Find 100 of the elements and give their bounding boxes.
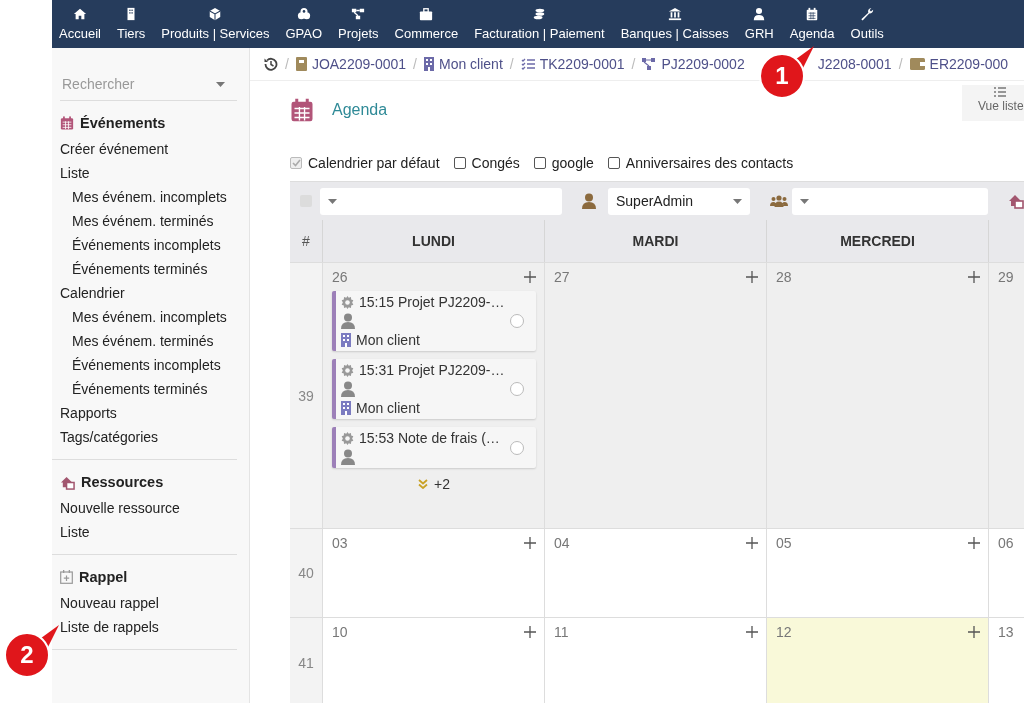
sidebar-link[interactable]: Événements terminés xyxy=(60,257,237,281)
menu-item[interactable]: Produits | Services xyxy=(153,0,278,48)
event-card[interactable]: 15:15 Projet PJ2209-… Mon client xyxy=(332,291,536,351)
menu-item[interactable]: Banques | Caisses xyxy=(612,0,737,48)
add-icon[interactable] xyxy=(524,626,536,638)
menu-item[interactable]: Facturation | Paiement xyxy=(466,0,613,48)
checkbox[interactable] xyxy=(607,157,620,169)
add-icon[interactable] xyxy=(746,626,758,638)
add-icon[interactable] xyxy=(524,271,536,283)
sidebar-link[interactable]: Tags/catégories xyxy=(60,425,237,449)
cube-icon xyxy=(208,7,223,21)
menu-item[interactable]: Outils xyxy=(842,0,892,48)
menu-item[interactable]: Accueil xyxy=(54,0,109,48)
day-cell[interactable]: 12 xyxy=(766,617,988,703)
building-icon xyxy=(341,333,351,347)
sidebar-link[interactable]: Mes événem. incomplets xyxy=(60,185,237,209)
menu-label: Banques | Caisses xyxy=(620,26,729,41)
event-title: 15:31 Projet PJ2209-… xyxy=(359,362,505,378)
day-number: 06 xyxy=(998,535,1014,551)
separator: / xyxy=(631,56,636,72)
company-name: Mon client xyxy=(356,400,420,416)
breadcrumb-link[interactable]: TK2209-0001 xyxy=(520,56,625,72)
menu-label: Produits | Services xyxy=(161,26,270,41)
menu-item[interactable]: GPAO xyxy=(277,0,331,48)
sidebar-link[interactable]: Mes événem. incomplets xyxy=(60,305,237,329)
sidebar-link[interactable]: Rapports xyxy=(60,401,237,425)
caret-icon xyxy=(733,198,742,204)
breadcrumb-link[interactable]: ER2209-000 xyxy=(909,56,1009,72)
event-card[interactable]: 15:31 Projet PJ2209-… Mon client xyxy=(332,359,536,419)
sidebar-link[interactable]: Événements incomplets xyxy=(60,233,237,257)
breadcrumb-link[interactable]: JOA2209-0001 xyxy=(295,56,407,72)
breadcrumb-link[interactable]: J2208-0001 xyxy=(817,56,892,72)
building-icon xyxy=(341,401,351,415)
day-number: 26 xyxy=(332,269,348,285)
gear-icon xyxy=(341,431,354,445)
day-number: 10 xyxy=(332,624,348,640)
event-title: 15:53 Note de frais (… xyxy=(359,430,500,446)
day-number: 05 xyxy=(776,535,792,551)
day-cell[interactable]: 27 xyxy=(544,262,766,528)
day-cell[interactable]: 06 xyxy=(988,528,1024,617)
calendar-icon xyxy=(290,98,314,122)
breadcrumb-link[interactable]: PJ2209-0002 xyxy=(642,56,745,72)
breadcrumb-link[interactable]: Mon client xyxy=(423,56,503,72)
day-cell[interactable]: 28 xyxy=(766,262,988,528)
day-number: 04 xyxy=(554,535,570,551)
list-view-button[interactable]: Vue liste xyxy=(962,85,1024,121)
resource-icon xyxy=(60,474,75,490)
search-field[interactable]: Rechercher xyxy=(60,75,214,93)
sidebar-link[interactable]: Événements terminés xyxy=(60,377,237,401)
sidebar-link[interactable]: Liste de rappels xyxy=(60,615,237,639)
day-number: 29 xyxy=(998,269,1014,285)
day-cell[interactable]: 26 15:15 Projet PJ2209-… Mon client 15:31 Projet PJ2209-… Mon client 15:53 Note de frais (… +2 xyxy=(322,262,544,528)
day-cell[interactable]: 13 xyxy=(988,617,1024,703)
checkbox[interactable] xyxy=(533,157,546,169)
calendar-icon xyxy=(60,116,74,130)
sitemap-icon xyxy=(351,7,366,21)
checkbox[interactable] xyxy=(453,157,466,169)
checkbox-label: google xyxy=(551,155,594,171)
sidebar-link[interactable]: Liste xyxy=(60,520,237,544)
column-header: # xyxy=(290,220,322,262)
day-cell[interactable]: 04 xyxy=(544,528,766,617)
sidebar-link[interactable]: Mes événem. terminés xyxy=(60,209,237,233)
wallet-icon xyxy=(909,58,925,70)
menu-label: Agenda xyxy=(789,26,835,41)
double-chevron-icon xyxy=(418,479,428,489)
separator: / xyxy=(413,56,417,72)
menu-label: Projets xyxy=(338,26,379,41)
menu-label: GRH xyxy=(744,26,774,41)
sidebar-link[interactable]: Nouvelle ressource xyxy=(60,496,237,520)
caret-icon xyxy=(216,81,225,87)
sitemap-icon xyxy=(642,58,657,70)
add-icon[interactable] xyxy=(524,537,536,549)
separator: / xyxy=(509,56,514,72)
sidebar-link[interactable]: Liste xyxy=(60,161,237,185)
resource-icon xyxy=(1008,193,1024,209)
column-header: LUNDI xyxy=(322,220,544,262)
add-icon[interactable] xyxy=(968,271,980,283)
checkbox-label: Anniversaires des contacts xyxy=(625,155,794,171)
menu-item[interactable]: Projets xyxy=(330,0,387,48)
separator: / xyxy=(285,56,289,72)
day-cell[interactable]: 03 xyxy=(322,528,544,617)
person-icon xyxy=(341,381,355,397)
sidebar-link[interactable]: Mes événem. terminés xyxy=(60,329,237,353)
more-events-link[interactable]: +2 xyxy=(434,476,450,492)
day-cell[interactable]: 10 xyxy=(322,617,544,703)
add-icon[interactable] xyxy=(968,626,980,638)
user-dropdown[interactable]: SuperAdmin xyxy=(608,187,750,215)
event-card[interactable]: 15:53 Note de frais (… xyxy=(332,427,536,468)
menu-item[interactable]: Commerce xyxy=(386,0,467,48)
sidebar-link[interactable]: Calendrier xyxy=(60,281,237,305)
sidebar-link[interactable]: Créer événement xyxy=(60,137,237,161)
add-icon[interactable] xyxy=(746,537,758,549)
sidebar-link[interactable]: Nouveau rappel xyxy=(60,591,237,615)
history-icon[interactable] xyxy=(264,57,278,71)
menu-item[interactable]: Tiers xyxy=(108,0,154,48)
day-cell[interactable]: 29 xyxy=(988,262,1024,528)
user-icon xyxy=(582,193,596,209)
add-icon[interactable] xyxy=(968,537,980,549)
add-icon[interactable] xyxy=(746,271,758,283)
sidebar-link[interactable]: Événements incomplets xyxy=(60,353,237,377)
